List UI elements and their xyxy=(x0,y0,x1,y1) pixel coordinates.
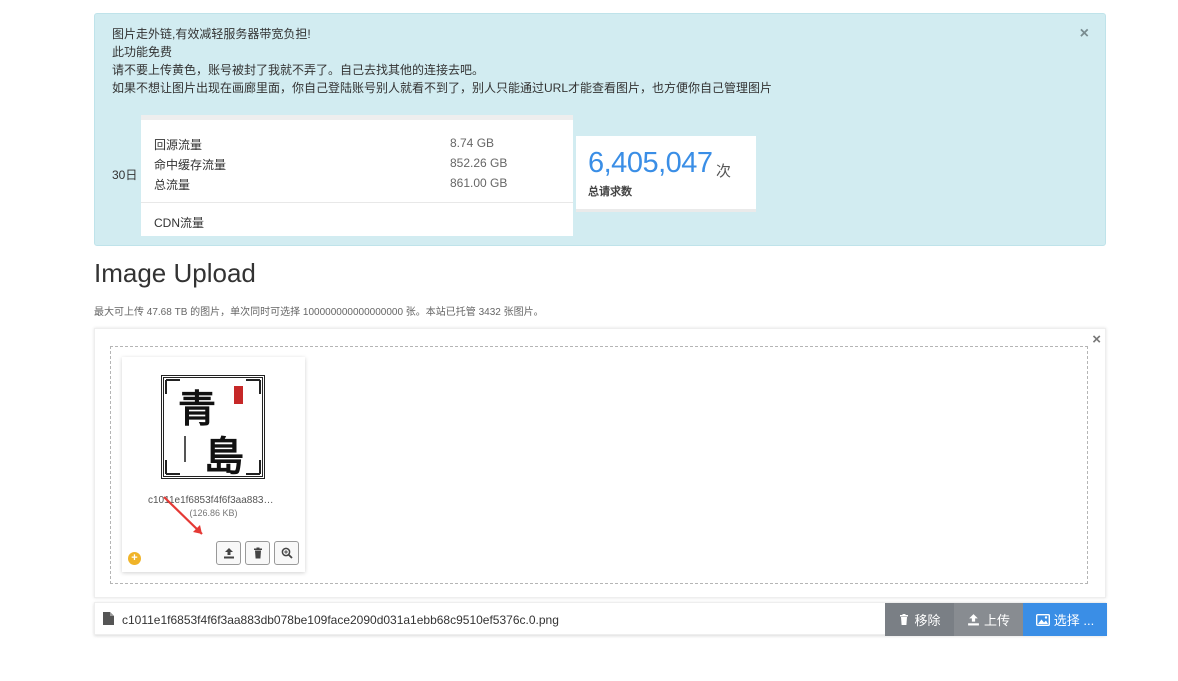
close-icon[interactable]: × xyxy=(1080,25,1089,43)
thumbnail-artwork: 青 島 xyxy=(165,379,261,480)
upload-panel: × 青 島 c1011e1f6853f4f6f3aa883db078be109f… xyxy=(94,328,1106,598)
file-icon xyxy=(103,612,114,625)
stat-value: 861.00 GB xyxy=(450,176,508,190)
selected-file-name: c1011e1f6853f4f6f3aa883db078be109face209… xyxy=(122,613,559,627)
remove-button[interactable]: 移除 xyxy=(885,603,954,636)
request-count-card: 6,405,047 次 总请求数 xyxy=(576,136,756,212)
stat-row-cache: 命中缓存流量 852.26 GB xyxy=(154,156,554,173)
stat-value: 852.26 GB xyxy=(450,156,508,170)
art-char: 島 xyxy=(204,433,244,476)
info-alert: 图片走外链,有效减轻服务器带宽负担! 此功能免费 请不要上传黄色，账号被封了我就… xyxy=(94,13,1106,246)
stat-row-total: 总流量 861.00 GB xyxy=(154,176,554,193)
close-icon[interactable]: × xyxy=(1092,331,1101,348)
remove-label: 移除 xyxy=(914,613,941,628)
page-description: 最大可上传 47.68 TB 的图片，单次同时可选择 1000000000000… xyxy=(94,307,544,318)
thumbnail-actions xyxy=(216,541,299,565)
cdn-label: CDN流量 xyxy=(154,216,204,230)
stat-label: 命中缓存流量 xyxy=(154,158,227,172)
alert-line: 图片走外链,有效减轻服务器带宽负担! xyxy=(112,27,311,41)
zoom-button[interactable] xyxy=(274,541,299,565)
select-label: 选择 ... xyxy=(1053,613,1095,628)
file-input-bar: c1011e1f6853f4f6f3aa883db078be109face209… xyxy=(94,602,1107,636)
trash-icon xyxy=(253,547,262,559)
image-thumbnail[interactable]: 青 島 xyxy=(161,375,265,480)
art-char: 青 xyxy=(178,386,216,431)
plus-icon[interactable]: + xyxy=(128,552,141,565)
alert-line: 此功能免费 xyxy=(112,45,173,59)
upload-label: 上传 xyxy=(983,613,1010,628)
zoom-icon xyxy=(281,547,293,559)
alert-line: 请不要上传黄色，账号被封了我就不弄了。自己去找其他的连接去吧。 xyxy=(112,63,485,77)
trash-icon xyxy=(900,614,909,625)
drop-zone[interactable]: 青 島 c1011e1f6853f4f6f3aa883db078be109fac… xyxy=(110,346,1088,584)
page-title: Image Upload xyxy=(94,258,256,288)
stat-row-origin: 回源流量 8.74 GB xyxy=(154,136,554,153)
delete-button[interactable] xyxy=(245,541,270,565)
stat-label: 回源流量 xyxy=(154,138,203,152)
upload-icon xyxy=(223,548,234,559)
image-icon xyxy=(1035,613,1050,626)
request-label: 总请求数 xyxy=(588,186,632,198)
upload-single-button[interactable] xyxy=(216,541,241,565)
day-label: 30日 xyxy=(112,168,138,182)
request-count: 6,405,047 xyxy=(588,147,713,179)
stat-label: 总流量 xyxy=(154,178,191,192)
upload-icon xyxy=(968,614,979,626)
alert-text: 图片走外链,有效减轻服务器带宽负担! 此功能免费 请不要上传黄色，账号被封了我就… xyxy=(112,25,772,97)
select-files-button[interactable]: 选择 ... xyxy=(1023,603,1107,636)
red-arrow xyxy=(163,496,203,535)
request-unit: 次 xyxy=(716,163,732,180)
traffic-stats-card: 回源流量 8.74 GB 命中缓存流量 852.26 GB 总流量 861.00… xyxy=(141,115,573,236)
upload-button[interactable]: 上传 xyxy=(954,603,1023,636)
alert-line: 如果不想让图片出现在画廊里面，你自己登陆账号别人就看不到了，别人只能通过URL才… xyxy=(112,81,773,95)
divider xyxy=(141,202,573,203)
stat-value: 8.74 GB xyxy=(450,136,495,150)
